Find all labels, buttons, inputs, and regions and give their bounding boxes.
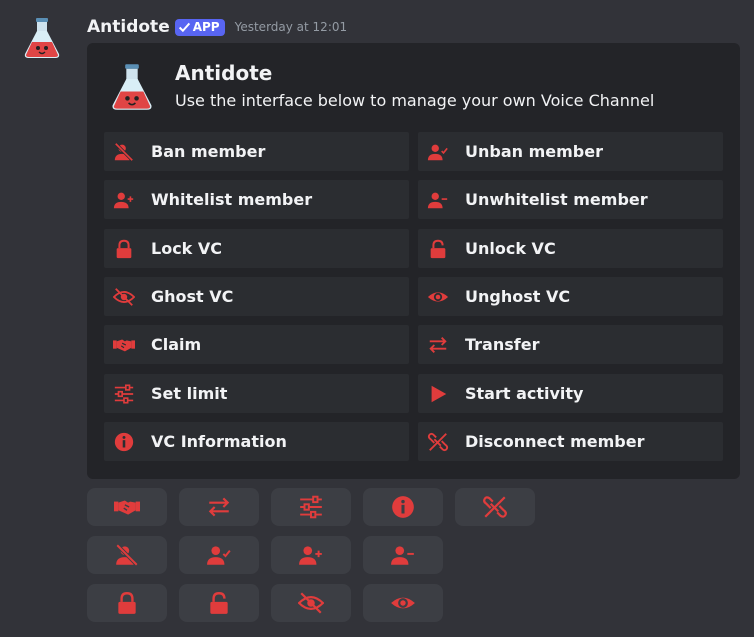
user-plus-icon xyxy=(299,546,322,565)
app-badge: APP xyxy=(174,18,225,36)
handshake-icon xyxy=(112,333,136,357)
lock-vc-button[interactable] xyxy=(87,584,167,622)
embed-field-unwhitelist-member: Unwhitelist member xyxy=(418,180,723,219)
lock-icon xyxy=(112,237,136,261)
embed-card: Antidote Use the interface below to mana… xyxy=(87,43,740,479)
embed-field-set-limit: Set limit xyxy=(104,374,409,413)
embed-field-label: Ghost VC xyxy=(151,287,234,306)
embed-field-label: Start activity xyxy=(465,384,584,403)
sliders-icon xyxy=(112,382,136,406)
embed-author-icon xyxy=(112,64,152,110)
whitelist-member-button[interactable] xyxy=(271,536,351,574)
embed-field-label: Unban member xyxy=(465,142,603,161)
embed-field-label: Unwhitelist member xyxy=(465,190,648,209)
embed-field-label: Disconnect member xyxy=(465,432,645,451)
embed-field-label: Claim xyxy=(151,335,202,354)
embed-field-lock-vc: Lock VC xyxy=(104,229,409,268)
user-ban-icon xyxy=(115,543,139,567)
unlock-icon xyxy=(426,237,450,261)
embed-field-whitelist-member: Whitelist member xyxy=(104,180,409,219)
sliders-icon xyxy=(300,495,322,519)
embed-field-label: Transfer xyxy=(465,335,540,354)
user-minus-icon xyxy=(426,188,450,212)
embed-field-label: Ban member xyxy=(151,142,266,161)
eye-off-icon xyxy=(112,285,136,309)
embed-field-label: VC Information xyxy=(151,432,287,451)
message-timestamp: Yesterday at 12:01 xyxy=(234,20,348,34)
arrows-swap-icon xyxy=(426,333,450,357)
embed-field-claim: Claim xyxy=(104,325,409,364)
embed-field-unlock-vc: Unlock VC xyxy=(418,229,723,268)
user-check-icon xyxy=(207,546,231,565)
user-ban-icon xyxy=(112,140,136,164)
vc-information-button[interactable] xyxy=(363,488,443,526)
embed-field-label: Unghost VC xyxy=(465,287,571,306)
disconnect-member-button[interactable] xyxy=(455,488,535,526)
set-limit-button[interactable] xyxy=(271,488,351,526)
lock-icon xyxy=(118,592,136,614)
embed-title: Antidote xyxy=(175,61,273,85)
embed-description: Use the interface below to manage your o… xyxy=(175,91,655,110)
embed-field-label: Set limit xyxy=(151,384,228,403)
embed-field-start-activity: Start activity xyxy=(418,374,723,413)
ban-member-button[interactable] xyxy=(87,536,167,574)
embed-field-unghost-vc: Unghost VC xyxy=(418,277,723,316)
embed-field-disconnect-member: Disconnect member xyxy=(418,422,723,461)
handshake-icon xyxy=(114,500,140,515)
eye-icon xyxy=(391,597,415,609)
eye-icon xyxy=(426,285,450,309)
info-icon xyxy=(112,430,136,454)
link-broken-icon xyxy=(426,430,450,454)
claim-button[interactable] xyxy=(87,488,167,526)
user-minus-icon xyxy=(391,546,414,565)
user-plus-icon xyxy=(112,188,136,212)
embed-field-label: Unlock VC xyxy=(465,239,556,258)
unban-member-button[interactable] xyxy=(179,536,259,574)
play-icon xyxy=(426,382,450,406)
app-badge-label: APP xyxy=(192,20,220,34)
link-broken-icon xyxy=(483,496,507,518)
embed-field-transfer: Transfer xyxy=(418,325,723,364)
eye-off-icon xyxy=(298,592,324,614)
unwhitelist-member-button[interactable] xyxy=(363,536,443,574)
embed-field-unban-member: Unban member xyxy=(418,132,723,171)
embed-field-vc-information: VC Information xyxy=(104,422,409,461)
user-check-icon xyxy=(426,140,450,164)
embed-field-ban-member: Ban member xyxy=(104,132,409,171)
ghost-vc-button[interactable] xyxy=(271,584,351,622)
embed-field-ghost-vc: Ghost VC xyxy=(104,277,409,316)
arrows-swap-icon xyxy=(208,497,230,517)
embed-field-label: Whitelist member xyxy=(151,190,313,209)
embed-field-label: Lock VC xyxy=(151,239,223,258)
check-icon xyxy=(178,22,190,32)
info-icon xyxy=(392,496,414,518)
author-name[interactable]: Antidote xyxy=(87,17,170,37)
unlock-icon xyxy=(210,592,228,614)
unghost-vc-button[interactable] xyxy=(363,584,443,622)
message-header: Antidote APP Yesterday at 12:01 xyxy=(87,15,347,39)
unlock-vc-button[interactable] xyxy=(179,584,259,622)
bot-avatar[interactable] xyxy=(20,16,64,60)
transfer-button[interactable] xyxy=(179,488,259,526)
